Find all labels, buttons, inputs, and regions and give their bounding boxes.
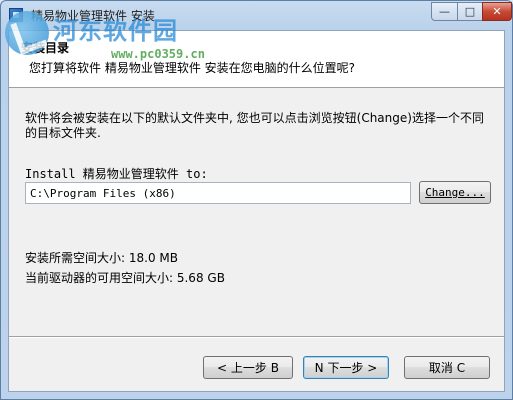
- space-required-text: 安装所需空间大小: 18.0 MB: [25, 251, 178, 265]
- install-path-label: Install 精易物业管理软件 to:: [25, 167, 208, 181]
- wizard-header: 安装目录 您打算将软件 精易物业管理软件 安装在您电脑的什么位置呢?: [9, 31, 504, 88]
- page-title: 安装目录: [21, 41, 70, 55]
- footer-divider: [9, 336, 504, 338]
- title-bar[interactable]: 精易物业管理软件 安装 — □ ✕: [1, 1, 512, 29]
- change-button-label: Change...: [425, 186, 485, 199]
- window-title: 精易物业管理软件 安装: [31, 9, 155, 23]
- installer-app-icon: [9, 8, 23, 22]
- close-button[interactable]: ✕: [482, 2, 512, 21]
- install-path-input[interactable]: [25, 182, 411, 204]
- install-description: 软件将会被安装在以下的默认文件夹中, 您也可以点击浏览按钮(Change)选择一…: [25, 111, 484, 140]
- installer-window: 精易物业管理软件 安装 — □ ✕ 安装目录 您打算将软件 精易物业管理软件 安…: [0, 0, 513, 400]
- back-button[interactable]: < 上一步 B: [203, 356, 293, 379]
- change-button[interactable]: Change...: [419, 181, 491, 204]
- next-button[interactable]: N 下一步 >: [303, 356, 389, 379]
- wizard-client-area: 安装目录 您打算将软件 精易物业管理软件 安装在您电脑的什么位置呢? 软件将会被…: [8, 30, 505, 392]
- space-available-text: 当前驱动器的可用空间大小: 5.68 GB: [25, 271, 225, 285]
- page-subtitle: 您打算将软件 精易物业管理软件 安装在您电脑的什么位置呢?: [29, 61, 356, 75]
- minimize-button[interactable]: —: [431, 2, 458, 21]
- maximize-button[interactable]: □: [457, 2, 483, 21]
- cancel-button[interactable]: 取消 C: [404, 356, 490, 379]
